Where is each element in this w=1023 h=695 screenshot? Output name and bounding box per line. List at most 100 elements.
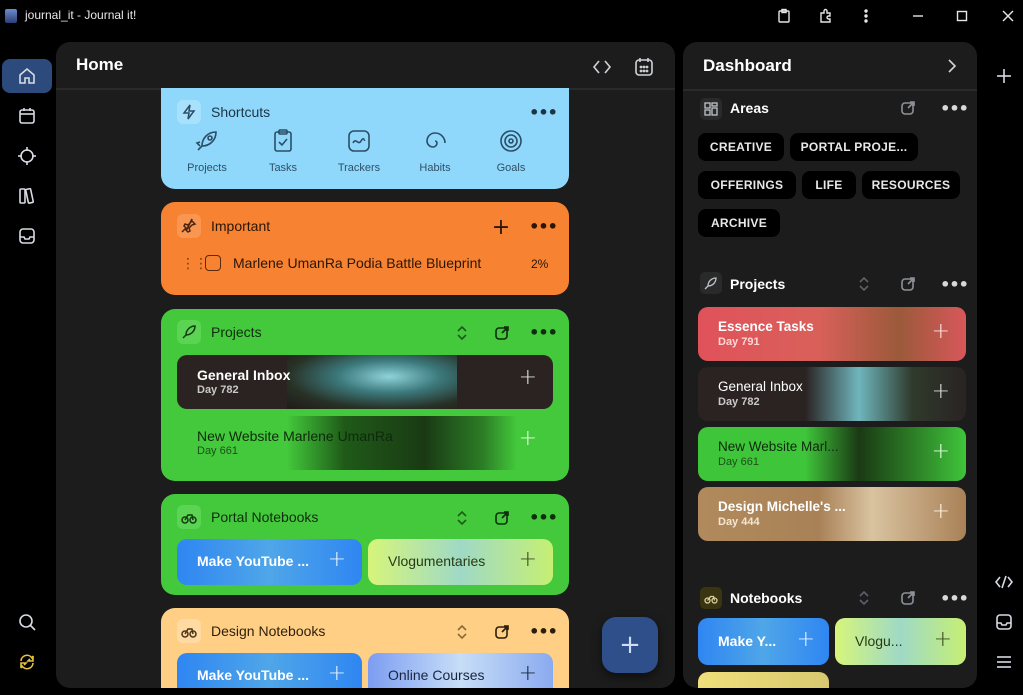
project-day: Day 661 [197,445,238,457]
notebooks-more-icon[interactable]: ••• [940,589,969,608]
code-view-button[interactable] [990,568,1018,596]
sort-icon[interactable] [452,323,472,343]
add-notebook-entry-icon[interactable]: + [934,627,952,652]
dashboard-notebooks-title: Notebooks [730,590,803,606]
hamburger-menu-button[interactable] [990,648,1018,676]
notebook-tile-vlogumentaries[interactable]: Vlogumentaries + [368,539,553,585]
spiral-icon [426,132,446,148]
inbox-nav-button[interactable] [2,219,52,253]
more-menu-icon[interactable] [852,4,880,28]
calendar-grid-icon[interactable] [632,55,656,79]
add-to-project-icon[interactable]: + [932,319,950,344]
project-day: Day 444 [718,516,760,528]
add-notebook-entry-icon[interactable]: + [328,661,346,686]
crosshair-icon [18,147,36,165]
notebook-tile-online-courses[interactable]: Online Courses + [368,653,553,688]
notebook-name: Vlogu... [855,633,903,649]
minimize-button[interactable] [904,4,932,28]
shortcut-goals[interactable]: Goals [481,128,541,174]
design-more-icon[interactable]: ••• [529,622,558,641]
add-to-project-icon[interactable]: + [932,439,950,464]
projects-more-icon[interactable]: ••• [529,323,558,342]
left-navigation-rail [0,42,56,695]
sort-icon[interactable] [854,274,874,294]
areas-more-icon[interactable]: ••• [940,99,969,118]
add-notebook-entry-icon[interactable]: + [519,547,537,572]
search-nav-button[interactable] [2,605,52,639]
drag-handle-icon[interactable]: ⋮⋮ [181,256,208,272]
shortcut-projects[interactable]: Projects [177,128,237,174]
dashboard-project-general-inbox[interactable]: General Inbox Day 782 + [698,367,966,421]
home-nav-button[interactable] [2,59,52,93]
dashboard-notebook-make-youtube[interactable]: Make Y... + [698,618,829,665]
area-chip[interactable]: CREATIVE [698,133,784,161]
chart-icon [348,130,370,152]
projects-more-icon[interactable]: ••• [940,275,969,294]
tray-icon [996,614,1012,630]
close-button[interactable] [994,4,1022,28]
open-external-icon[interactable] [898,274,918,294]
project-name: Design Michelle's ... [718,499,846,514]
code-toggle-icon[interactable] [590,55,614,79]
target-icon [500,130,522,152]
area-chip[interactable]: RESOURCES [862,171,960,199]
dashboard-divider [683,89,977,91]
add-notebook-entry-icon[interactable]: + [797,627,815,652]
floating-add-button[interactable]: + [602,617,658,673]
library-nav-button[interactable] [2,179,52,213]
add-to-project-icon[interactable]: + [519,365,537,390]
area-chip[interactable]: ARCHIVE [698,209,780,237]
clipboard-icon[interactable] [770,4,798,28]
add-panel-button[interactable] [990,62,1018,90]
shortcut-habits[interactable]: Habits [405,128,465,174]
area-chip[interactable]: PORTAL PROJE... [790,133,918,161]
add-to-project-icon[interactable]: + [519,426,537,451]
shortcut-tasks[interactable]: Tasks [253,128,313,174]
chevron-right-icon[interactable] [945,57,959,79]
shortcut-trackers[interactable]: Trackers [329,128,389,174]
pin-icon [177,214,201,238]
calendar-nav-button[interactable] [2,99,52,133]
open-external-icon[interactable] [492,323,512,343]
project-row-general-inbox[interactable]: General Inbox Day 782 + [177,355,553,409]
sort-icon[interactable] [452,622,472,642]
focus-nav-button[interactable] [2,139,52,173]
open-external-icon[interactable] [898,98,918,118]
sort-icon[interactable] [452,508,472,528]
area-chip[interactable]: OFFERINGS [698,171,796,199]
add-notebook-entry-icon[interactable]: + [519,661,537,686]
search-icon [19,614,36,631]
notebook-tile-make-youtube[interactable]: Make YouTube ... + [177,653,362,688]
open-external-icon[interactable] [898,588,918,608]
dashboard-notebook-vlogumentaries[interactable]: Vlogu... + [835,618,966,665]
add-to-project-icon[interactable]: + [932,499,950,524]
portal-notebooks-title: Portal Notebooks [211,509,319,525]
portal-more-icon[interactable]: ••• [529,508,558,527]
page-title: Home [76,55,124,74]
open-external-icon[interactable] [492,508,512,528]
dashboard-project-new-website[interactable]: New Website Marl... Day 661 + [698,427,966,481]
shortcuts-title: Shortcuts [211,104,271,120]
dashboard-notebook-tile-partial[interactable] [698,672,829,688]
add-to-project-icon[interactable]: + [932,379,950,404]
extensions-icon[interactable] [812,4,840,28]
project-row-new-website[interactable]: New Website Marlene UmanRa Day 661 + [177,416,553,470]
important-item[interactable]: ⋮⋮ Marlene UmanRa Podia Battle Blueprint… [161,252,569,278]
portal-notebooks-card: Portal Notebooks ••• Make YouTube ... + … [161,494,569,595]
area-chip[interactable]: LIFE [802,171,856,199]
sync-nav-button[interactable] [2,645,52,679]
inbox-tray-button[interactable] [990,608,1018,636]
shortcuts-more-icon[interactable]: ••• [529,103,558,122]
important-more-icon[interactable]: ••• [529,217,558,236]
open-external-icon[interactable] [492,622,512,642]
add-important-icon[interactable]: + [491,215,511,240]
dashboard-project-design-michelle[interactable]: Design Michelle's ... Day 444 + [698,487,966,541]
sort-icon[interactable] [854,588,874,608]
shortcut-label: Habits [419,162,451,174]
dashboard-project-essence-tasks[interactable]: Essence Tasks Day 791 + [698,307,966,361]
notebook-tile-make-youtube[interactable]: Make YouTube ... + [177,539,362,585]
add-notebook-entry-icon[interactable]: + [328,547,346,572]
maximize-button[interactable] [948,4,976,28]
projects-card: Projects ••• General Inbox Day 782 + New… [161,309,569,481]
project-day: Day 782 [197,384,239,396]
